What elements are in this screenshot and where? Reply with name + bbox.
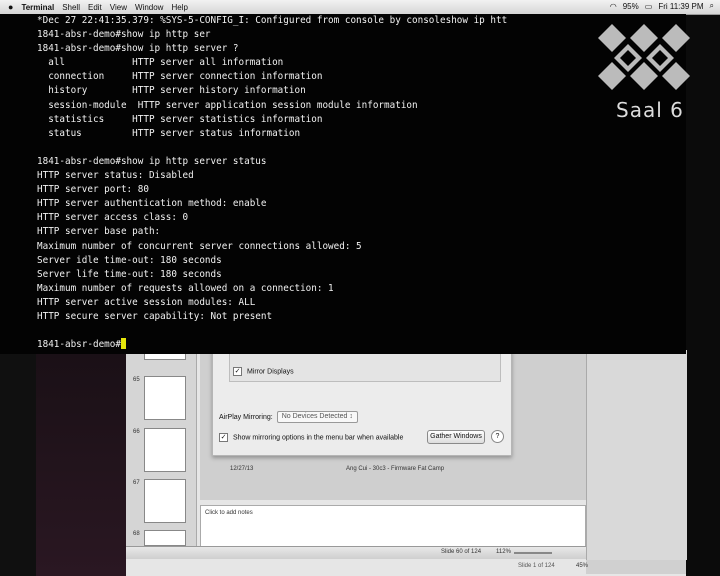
slide-count: Slide 60 of 124 <box>441 549 482 555</box>
terminal-window[interactable]: *Dec 27 22:41:35.379: %SYS-5-CONFIG_I: C… <box>0 14 686 354</box>
search-icon[interactable]: ⌕ <box>710 1 714 11</box>
slide-footer-title: Ang Cui - 30c3 - Firmware Fat Camp <box>346 466 445 472</box>
gather-windows-button[interactable]: Gather Windows <box>427 430 485 444</box>
airplay-label: AirPlay Mirroring: <box>219 413 273 421</box>
menu-help[interactable]: Help <box>171 3 187 12</box>
menu-window[interactable]: Window <box>135 3 163 12</box>
slide-thumbnail[interactable] <box>144 530 186 546</box>
battery-percent[interactable]: 95% <box>623 2 639 11</box>
terminal-line: session-module HTTP server application s… <box>37 99 418 111</box>
menu-app-name[interactable]: Terminal <box>21 3 54 12</box>
terminal-line: HTTP secure server capability: Not prese… <box>37 310 273 322</box>
display-preferences-dialog: ✓ Mirror Displays AirPlay Mirroring: No … <box>212 350 512 456</box>
slide-thumbnail[interactable] <box>144 376 186 420</box>
zoom-level: 112% <box>496 549 511 555</box>
terminal-line: 1841-absr-demo#show ip http server statu… <box>37 155 267 167</box>
terminal-line: statistics HTTP server statistics inform… <box>37 113 323 125</box>
apple-icon[interactable]: ● <box>8 2 13 12</box>
terminal-line: HTTP server port: 80 <box>37 184 149 196</box>
terminal-line: Maximum number of concurrent server conn… <box>37 240 362 252</box>
menu-edit[interactable]: Edit <box>88 3 102 12</box>
slide-thumbnail[interactable] <box>144 428 186 472</box>
menu-view[interactable]: View <box>110 3 127 12</box>
terminal-line: HTTP server active session modules: ALL <box>37 296 256 308</box>
notes-pane[interactable]: Click to add notes <box>200 505 586 547</box>
status-bar: Slide 60 of 124 112% <box>126 546 586 559</box>
airplay-row: AirPlay Mirroring: No Devices Detected ↕ <box>219 411 358 423</box>
terminal-line: HTTP server status: Disabled <box>37 170 194 182</box>
thumbnail-number: 67 <box>133 480 140 486</box>
secondary-status-bar: Slide 1 of 124 45% <box>518 560 686 574</box>
terminal-line: 1841-absr-demo#show ip http ser <box>37 29 211 41</box>
mirror-displays-checkbox[interactable]: ✓ <box>233 367 242 376</box>
menu-bar: ● Terminal Shell Edit View Window Help ◠… <box>0 0 720 15</box>
battery-icon: ▭ <box>644 1 653 11</box>
terminal-output[interactable]: *Dec 27 22:41:35.379: %SYS-5-CONFIG_I: C… <box>37 14 507 352</box>
terminal-line: status HTTP server status information <box>37 127 301 139</box>
slide-thumbnail-pane[interactable]: 65 66 67 68 <box>126 350 197 550</box>
saal-logo-icon <box>598 24 690 90</box>
airplay-select[interactable]: No Devices Detected ↕ <box>276 411 358 423</box>
secondary-window <box>586 350 687 560</box>
chevron-updown-icon: ↕ <box>349 413 353 420</box>
terminal-cursor <box>120 338 126 350</box>
slide-thumbnail[interactable] <box>144 479 186 523</box>
show-mirroring-row[interactable]: ✓ Show mirroring options in the menu bar… <box>219 433 403 442</box>
thumbnail-number: 68 <box>133 531 140 537</box>
thumbnail-number: 65 <box>133 377 140 383</box>
terminal-line: Maximum number of requests allowed on a … <box>37 282 334 294</box>
terminal-prompt: 1841-absr-demo# <box>37 339 121 351</box>
desktop-wallpaper <box>36 350 126 576</box>
secondary-zoom-level: 45% <box>576 563 589 569</box>
terminal-line: HTTP server base path: <box>37 226 161 238</box>
show-mirroring-label: Show mirroring options in the menu bar w… <box>232 434 404 442</box>
mirror-displays-row[interactable]: ✓ Mirror Displays <box>233 367 294 376</box>
terminal-line: HTTP server access class: 0 <box>37 212 189 224</box>
wifi-icon[interactable]: ◠ <box>610 2 617 11</box>
zoom-slider[interactable] <box>514 552 552 554</box>
terminal-line: Server life time-out: 180 seconds <box>37 268 222 280</box>
terminal-prompt-line[interactable]: 1841-absr-demo# <box>37 338 507 352</box>
mirror-displays-label: Mirror Displays <box>246 368 294 376</box>
thumbnail-number: 66 <box>133 429 140 435</box>
terminal-line: Server idle time-out: 180 seconds <box>37 254 222 266</box>
logo-label: Saal 6 <box>616 98 684 122</box>
show-mirroring-checkbox[interactable]: ✓ <box>219 433 228 442</box>
terminal-line: connection HTTP server connection inform… <box>37 71 323 83</box>
notes-placeholder: Click to add notes <box>205 510 253 516</box>
terminal-line: history HTTP server history information <box>37 85 306 97</box>
terminal-line: HTTP server authentication method: enabl… <box>37 198 267 210</box>
terminal-line: all HTTP server all information <box>37 57 284 69</box>
terminal-line: 1841-absr-demo#show ip http server ? <box>37 43 239 55</box>
slide-footer-date: 12/27/13 <box>230 466 254 472</box>
airplay-select-value: No Devices Detected <box>281 413 348 420</box>
terminal-line: *Dec 27 22:41:35.379: %SYS-5-CONFIG_I: C… <box>37 15 508 26</box>
menu-clock[interactable]: Fri 11:39 PM <box>658 2 703 11</box>
menu-shell[interactable]: Shell <box>62 3 80 12</box>
help-button[interactable]: ? <box>491 430 504 443</box>
secondary-slide-count: Slide 1 of 124 <box>518 563 555 569</box>
